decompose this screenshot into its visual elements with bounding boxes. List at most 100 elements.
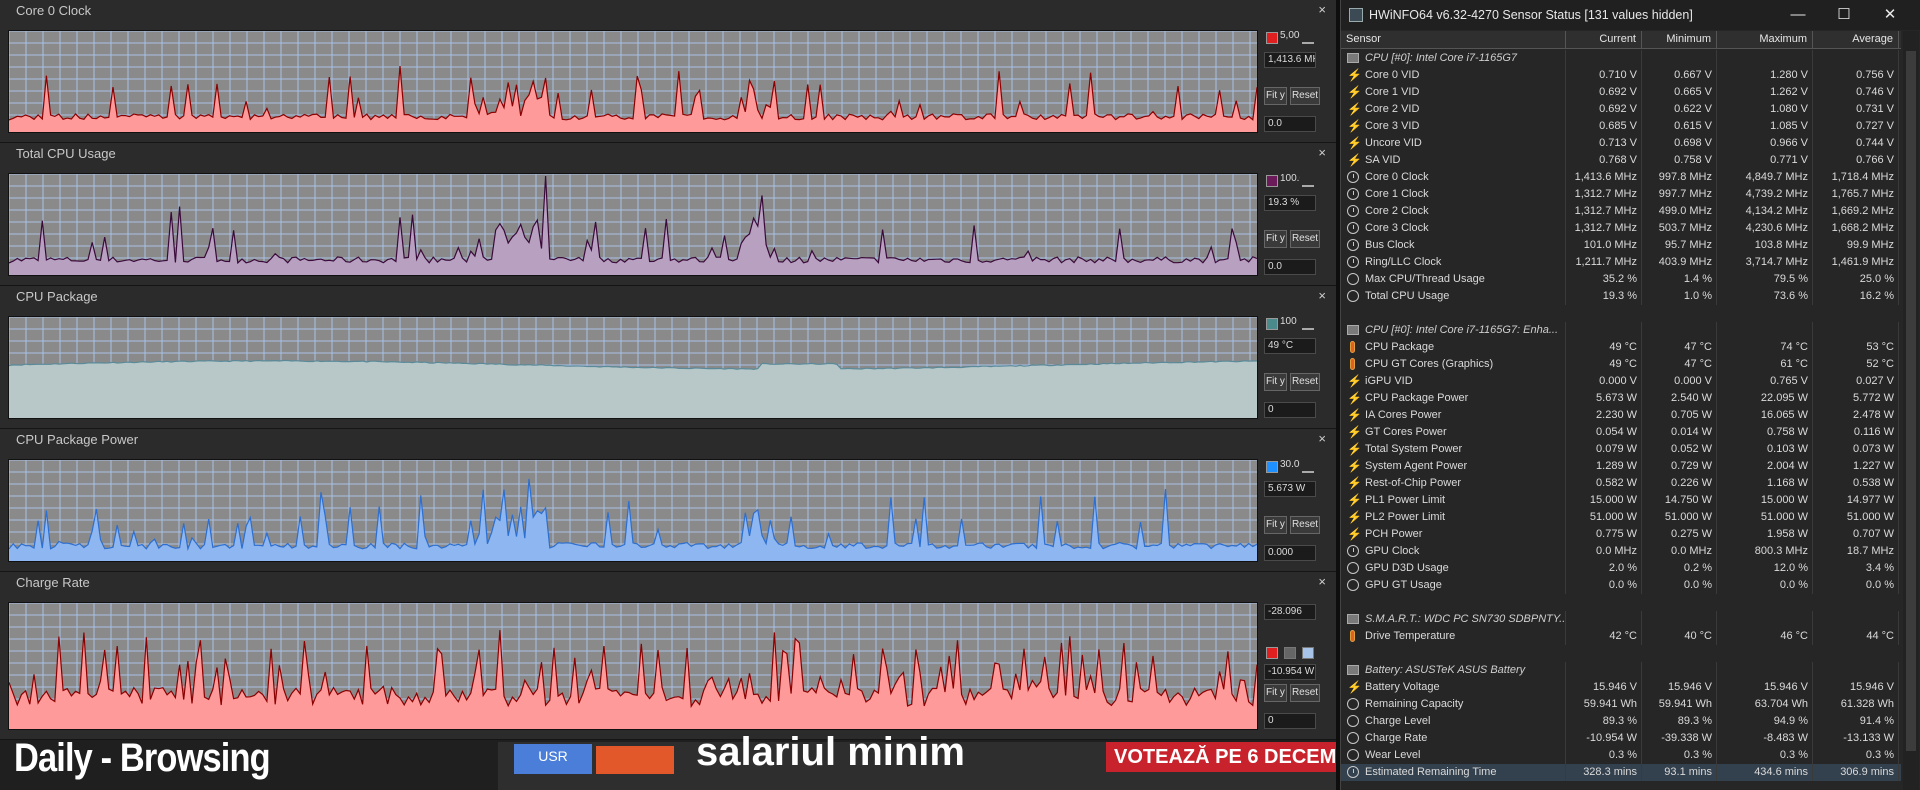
sensor-current: 1,312.7 MHz (1566, 186, 1642, 203)
graph-window-2: CPU Package × 100 49 °C Fit y Reset 0 (0, 286, 1336, 429)
sensor-row[interactable]: Core 2 Clock 1,312.7 MHz 499.0 MHz 4,134.2 … (1341, 203, 1901, 220)
sensor-row[interactable]: ⚡ CPU Package Power 5.673 W 2.540 W 22.095 W… (1341, 390, 1901, 407)
sensor-row[interactable]: ⚡ GT Cores Power 0.054 W 0.014 W 0.758 W 0.11… (1341, 424, 1901, 441)
sensor-row[interactable]: Bus Clock 101.0 MHz 95.7 MHz 103.8 MHz 99.9 … (1341, 237, 1901, 254)
reset-button[interactable]: Reset (1290, 373, 1320, 391)
graph-current-value: 19.3 % (1264, 195, 1316, 211)
close-button[interactable]: ✕ (1875, 4, 1905, 26)
graph-bg-swatch[interactable] (1302, 647, 1314, 659)
hwinfo-title: HWiNFO64 v6.32-4270 Sensor Status [131 v… (1369, 8, 1693, 22)
fit-y-button[interactable]: Fit y (1264, 684, 1287, 702)
sensor-minimum: 0.622 V (1642, 101, 1717, 118)
sensor-row[interactable]: ⚡ IA Cores Power 2.230 W 0.705 W 16.065 W 2.4… (1341, 407, 1901, 424)
graph-plot (8, 459, 1258, 562)
fit-y-button[interactable]: Fit y (1264, 516, 1287, 534)
fit-y-button[interactable]: Fit y (1264, 230, 1287, 248)
sensor-row[interactable]: Drive Temperature 42 °C 40 °C 46 °C 44 °C (1341, 628, 1901, 645)
fit-y-button[interactable]: Fit y (1264, 87, 1287, 105)
sensor-minimum: 0.698 V (1642, 135, 1717, 152)
sensor-row[interactable]: ⚡ PL1 Power Limit 15.000 W 14.750 W 15.000 W… (1341, 492, 1901, 509)
sensor-row[interactable]: GPU D3D Usage 2.0 % 0.2 % 12.0 % 3.4 % (1341, 560, 1901, 577)
sensor-minimum: 2.540 W (1642, 390, 1717, 407)
sensor-maximum: 0.103 W (1717, 441, 1813, 458)
sensor-row[interactable]: ⚡ Rest-of-Chip Power 0.582 W 0.226 W 1.168 W… (1341, 475, 1901, 492)
sensor-row[interactable]: ⚡ Uncore VID 0.713 V 0.698 V 0.966 V 0.744 V (1341, 135, 1901, 152)
graph-window-0: Core 0 Clock × 5,000.0 1,413.6 MH Fit yReset… (0, 0, 1336, 143)
column-header-maximum[interactable]: Maximum (1717, 31, 1813, 49)
sensor-row[interactable]: GPU GT Usage 0.0 % 0.0 % 0.0 % 0.0 % (1341, 577, 1901, 594)
sensor-minimum: 403.9 MHz (1642, 254, 1717, 271)
sensor-row[interactable]: Charge Level 89.3 % 89.3 % 94.9 % 91.4 % (1341, 713, 1901, 730)
sensor-row[interactable]: Max CPU/Thread Usage 35.2 % 1.4 % 79.5 % 25.… (1341, 271, 1901, 288)
sensor-row[interactable]: ⚡ Total System Power 0.079 W 0.052 W 0.103 W… (1341, 441, 1901, 458)
sensor-row[interactable]: ⚡ Core 3 VID 0.685 V 0.615 V 1.085 V 0.727 V (1341, 118, 1901, 135)
graph-minimize-icon[interactable] (1302, 175, 1314, 187)
maximize-button[interactable]: ☐ (1829, 4, 1859, 26)
sensor-row[interactable]: ⚡ Battery Voltage 15.946 V 15.946 V 15.946 V… (1341, 679, 1901, 696)
sensor-row[interactable]: ⚡ PL2 Power Limit 51.000 W 51.000 W 51.000 W… (1341, 509, 1901, 526)
sensor-name: SA VID (1341, 152, 1566, 169)
graph-color-swatch[interactable] (1266, 32, 1278, 44)
sensor-maximum: 0.0 % (1717, 577, 1813, 594)
sensor-row[interactable]: Charge Rate -10.954 W -39.338 W -8.483 W -13… (1341, 730, 1901, 747)
sensor-row[interactable]: ⚡ SA VID 0.768 V 0.758 V 0.771 V 0.766 V (1341, 152, 1901, 169)
sensor-group-row[interactable]: S.M.A.R.T.: WDC PC SN730 SDBPNTY... (1341, 611, 1901, 628)
sensor-row[interactable]: Remaining Capacity 59.941 Wh 59.941 Wh 63.7… (1341, 696, 1901, 713)
sensor-group-row[interactable]: CPU [#0]: Intel Core i7-1165G7 (1341, 50, 1901, 67)
minimize-button[interactable]: — (1783, 4, 1813, 26)
sensor-average: 52 °C (1813, 356, 1899, 373)
sensor-row[interactable]: Core 0 Clock 1,413.6 MHz 997.8 MHz 4,849.7 … (1341, 169, 1901, 186)
fit-y-button[interactable]: Fit y (1264, 373, 1287, 391)
sensor-row[interactable]: ⚡ System Agent Power 1.289 W 0.729 W 2.004 W… (1341, 458, 1901, 475)
sensor-row[interactable]: Ring/LLC Clock 1,211.7 MHz 403.9 MHz 3,714.… (1341, 254, 1901, 271)
sensor-name: CPU Package Power (1341, 390, 1566, 407)
graph-close-icon[interactable]: × (1318, 288, 1326, 303)
sensor-name: PCH Power (1341, 526, 1566, 543)
sensor-row[interactable]: ⚡ iGPU VID 0.000 V 0.000 V 0.765 V 0.027 V (1341, 373, 1901, 390)
column-header-sensor[interactable]: Sensor (1341, 31, 1566, 49)
graph-window-1: Total CPU Usage × 100.0 19.3 % Fit yReset 0.0 (0, 143, 1336, 286)
column-header-average[interactable]: Average (1813, 31, 1899, 49)
reset-button[interactable]: Reset (1290, 684, 1320, 702)
sensor-row[interactable]: GPU Clock 0.0 MHz 0.0 MHz 800.3 MHz 18.7 MHz (1341, 543, 1901, 560)
sensor-row[interactable]: ⚡ Core 1 VID 0.692 V 0.665 V 1.262 V 0.746 V (1341, 84, 1901, 101)
sensor-row[interactable]: ⚡ Core 0 VID 0.710 V 0.667 V 1.280 V 0.756 V (1341, 67, 1901, 84)
hwinfo-titlebar[interactable]: HWiNFO64 v6.32-4270 Sensor Status [131 v… (1341, 0, 1920, 30)
graph-close-icon[interactable]: × (1318, 431, 1326, 446)
sensor-group-row[interactable]: Battery: ASUSTeK ASUS Battery (1341, 662, 1901, 679)
sensor-table-header: Sensor Current Minimum Maximum Average (1341, 31, 1901, 49)
reset-button[interactable]: Reset (1290, 516, 1320, 534)
sensor-maximum: 800.3 MHz (1717, 543, 1813, 560)
graph-color-swatch[interactable] (1266, 647, 1278, 659)
sensor-group-row[interactable]: CPU [#0]: Intel Core i7-1165G7: Enha... (1341, 322, 1901, 339)
graph-close-icon[interactable]: × (1318, 145, 1326, 160)
sensor-maximum: 46 °C (1717, 628, 1813, 645)
sensor-row[interactable]: Wear Level 0.3 % 0.3 % 0.3 % 0.3 % (1341, 747, 1901, 764)
sensor-row[interactable]: Total CPU Usage 19.3 % 1.0 % 73.6 % 16.2 % (1341, 288, 1901, 305)
sensor-row[interactable]: Core 1 Clock 1,312.7 MHz 997.7 MHz 4,739.2 … (1341, 186, 1901, 203)
graph-close-icon[interactable]: × (1318, 2, 1326, 17)
sensor-average: 61.328 Wh (1813, 696, 1899, 713)
graph-color-swatch[interactable] (1266, 175, 1278, 187)
sensor-row[interactable]: ⚡ PCH Power 0.775 W 0.275 W 1.958 W 0.707 W (1341, 526, 1901, 543)
graph-color-swatch[interactable] (1266, 461, 1278, 473)
hwinfo-app-icon (1349, 8, 1363, 22)
graph-minimize-icon[interactable] (1302, 32, 1314, 44)
sensor-row[interactable]: ⚡ Core 2 VID 0.692 V 0.622 V 1.080 V 0.731 V (1341, 101, 1901, 118)
vertical-scrollbar[interactable] (1903, 31, 1919, 790)
sensor-row[interactable]: Core 3 Clock 1,312.7 MHz 503.7 MHz 4,230.6 … (1341, 220, 1901, 237)
graph-minimize-icon[interactable] (1302, 318, 1314, 330)
graph-color-swatch[interactable] (1266, 318, 1278, 330)
reset-button[interactable]: Reset (1290, 230, 1320, 248)
graph-minimize-icon[interactable] (1302, 461, 1314, 473)
graph-style-swatch[interactable] (1284, 647, 1296, 659)
scrollbar-thumb[interactable] (1906, 51, 1916, 751)
graph-close-icon[interactable]: × (1318, 574, 1326, 589)
sensor-row[interactable]: Estimated Remaining Time 328.3 mins 93.1 m… (1341, 764, 1901, 781)
column-header-minimum[interactable]: Minimum (1642, 31, 1717, 49)
sensor-row[interactable]: CPU Package 49 °C 47 °C 74 °C 53 °C (1341, 339, 1901, 356)
sensor-row[interactable]: CPU GT Cores (Graphics) 49 °C 47 °C 61 °C 52… (1341, 356, 1901, 373)
column-header-current[interactable]: Current (1566, 31, 1642, 49)
sensor-current: 0.768 V (1566, 152, 1642, 169)
reset-button[interactable]: Reset (1290, 87, 1320, 105)
